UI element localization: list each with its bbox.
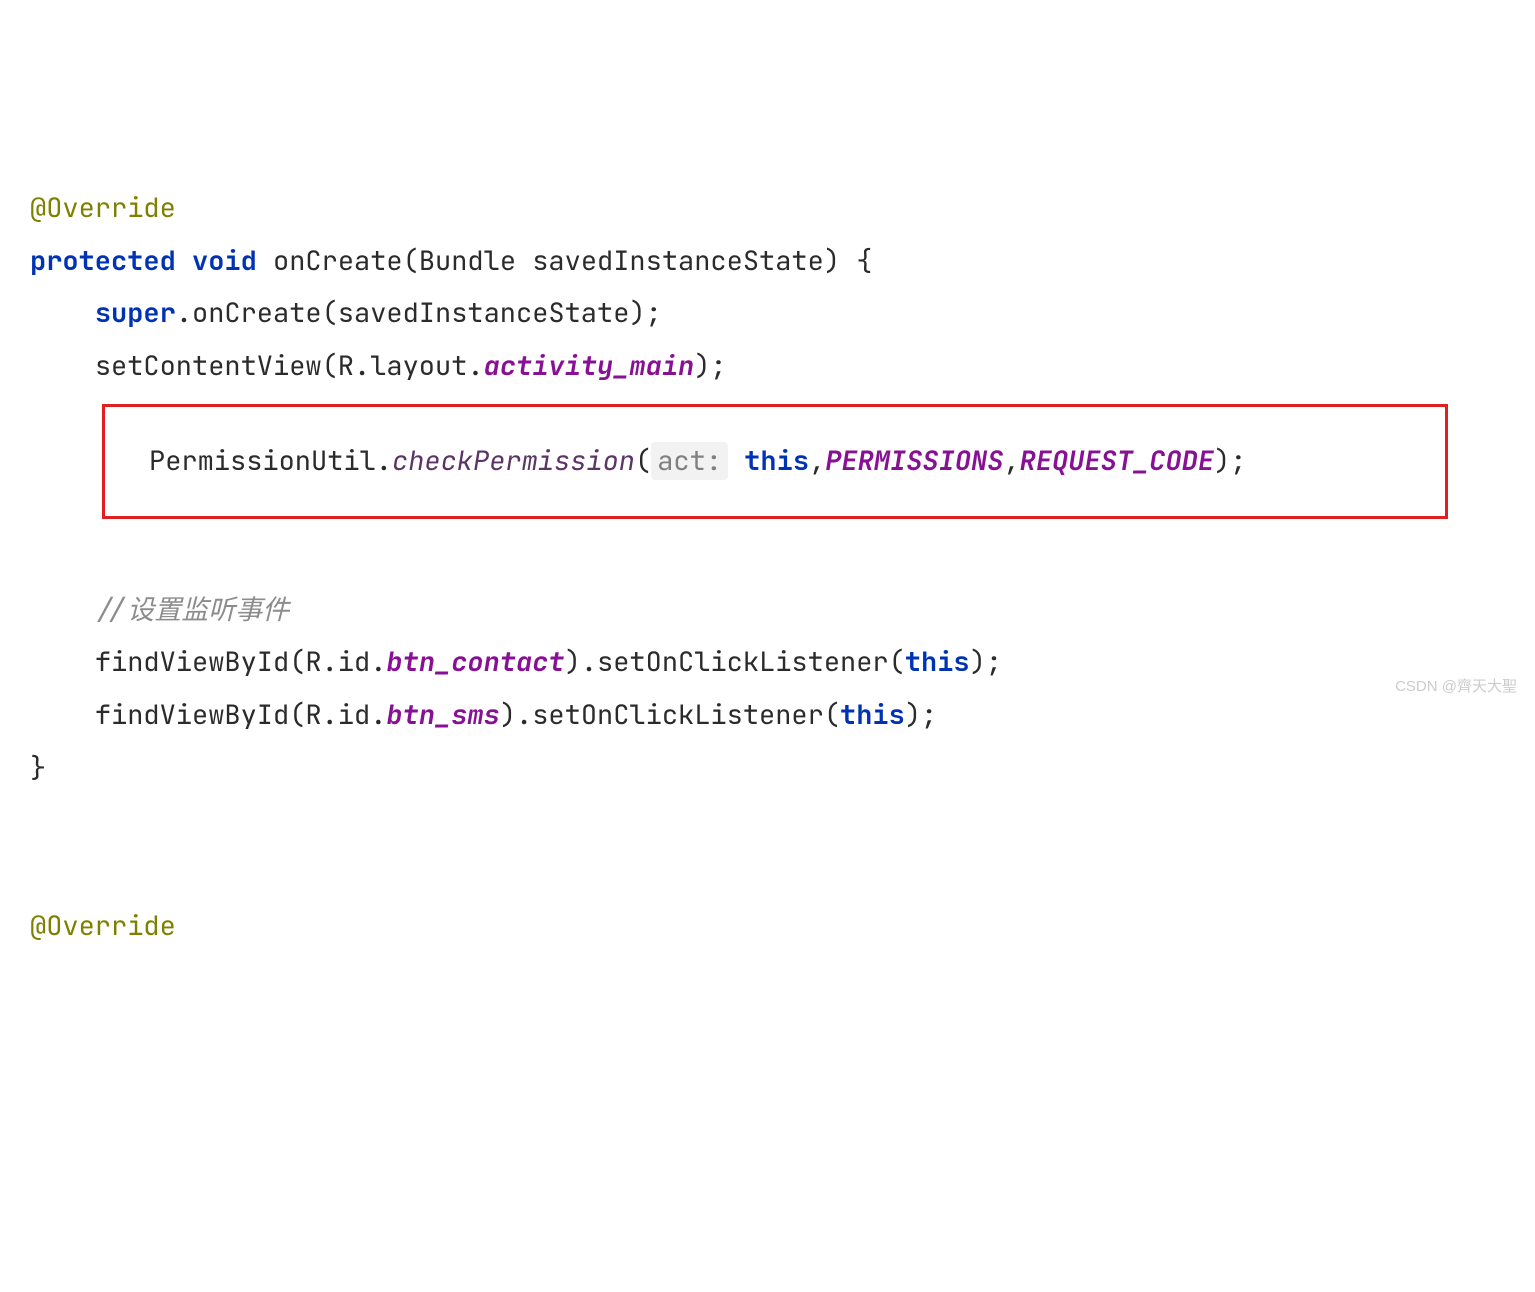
findview2-head: findViewById(R.id. — [95, 697, 387, 733]
highlighted-code-box: PermissionUtil.checkPermission(act: this… — [102, 404, 1448, 519]
keyword-void: void — [192, 243, 257, 279]
keyword-protected: protected — [30, 243, 176, 279]
keyword-this-2: this — [905, 644, 970, 680]
comma-2: , — [1003, 443, 1019, 479]
annotation-override-1: @Override — [30, 190, 176, 226]
close-brace: } — [30, 750, 46, 786]
const-request-code: REQUEST_CODE — [1020, 443, 1214, 479]
param-hint-act: act: — [651, 442, 728, 480]
permissionutil-head: PermissionUtil. — [149, 443, 392, 479]
findview1-mid: ).setOnClickListener( — [565, 644, 905, 680]
close-paren-1: ); — [694, 348, 726, 384]
checkpermission-method: checkPermission — [392, 443, 635, 479]
super-call-tail: .onCreate(savedInstanceState); — [176, 295, 662, 331]
findview1-head: findViewById(R.id. — [95, 644, 387, 680]
keyword-super: super — [95, 295, 176, 331]
setcontentview-head: setContentView(R.layout. — [95, 348, 484, 384]
id-btn-contact: btn_contact — [386, 644, 564, 680]
layout-activity-main: activity_main — [484, 348, 695, 384]
id-btn-sms: btn_sms — [386, 697, 499, 733]
space — [728, 443, 744, 479]
findview1-end: ); — [970, 644, 1002, 680]
const-permissions: PERMISSIONS — [825, 443, 1003, 479]
open-paren: ( — [635, 443, 651, 479]
comment-set-listener: //设置监听事件 — [95, 592, 289, 628]
code-block: @Override protected void onCreate(Bundle… — [30, 182, 1505, 952]
findview2-end: ); — [905, 697, 937, 733]
comma-1: , — [809, 443, 825, 479]
method-signature: onCreate(Bundle savedInstanceState) { — [257, 243, 873, 279]
watermark-text: CSDN @齊天大聖 — [1395, 672, 1517, 701]
keyword-this-1: this — [744, 443, 809, 479]
keyword-this-3: this — [840, 697, 905, 733]
close-paren-2: ); — [1214, 443, 1246, 479]
findview2-mid: ).setOnClickListener( — [500, 697, 840, 733]
annotation-override-2: @Override — [30, 908, 176, 944]
